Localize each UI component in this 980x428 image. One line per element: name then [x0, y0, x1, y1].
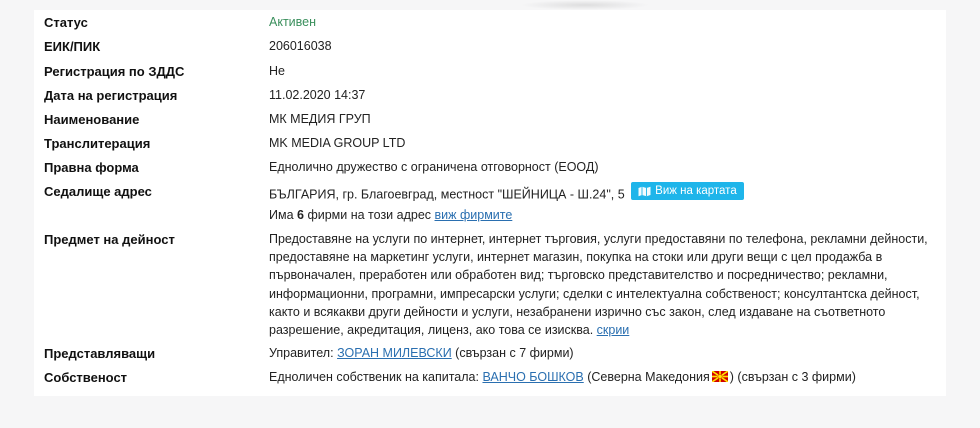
firms-count: 6: [297, 208, 304, 222]
north-macedonia-flag-icon: [711, 371, 728, 382]
address-label: Седалище адрес: [44, 184, 152, 199]
owner-suffix: ) (свързан с 3 фирми): [729, 370, 856, 384]
status-label: Статус: [44, 15, 88, 30]
translit-label: Транслитерация: [44, 136, 151, 151]
address-value: БЪЛГАРИЯ, гр. Благоевград, местност "ШЕЙ…: [269, 187, 625, 202]
reg-date-value: 11.02.2020 14:37: [269, 88, 366, 102]
owner-link[interactable]: ВАНЧО БОШКОВ: [482, 370, 583, 384]
company-details-card: Статус Активен ЕИК/ПИК 206016038 Регистр…: [34, 10, 946, 396]
owner-country: (Северна Македония: [587, 370, 710, 384]
vat-value: Не: [269, 64, 285, 78]
eik-label: ЕИК/ПИК: [44, 39, 101, 54]
manager-prefix: Управител:: [269, 346, 334, 360]
manager-link[interactable]: ЗОРАН МИЛЕВСКИ: [337, 346, 452, 360]
owner-prefix: Едноличен собственик на капитала:: [269, 370, 479, 384]
name-label: Наименование: [44, 112, 140, 127]
view-on-map-label: Виж на картата: [655, 185, 737, 197]
translit-value: MK MEDIA GROUP LTD: [269, 136, 406, 150]
ownership-label: Собственост: [44, 370, 128, 385]
view-on-map-button[interactable]: Виж на картата: [631, 182, 744, 200]
name-value: МК МЕДИЯ ГРУП: [269, 112, 371, 126]
map-icon: [638, 186, 651, 196]
activity-value: Предоставяне на услуги по интернет, инте…: [269, 232, 928, 338]
address-firms-line: Има 6 фирми на този адрес виж фирмите: [269, 208, 512, 222]
legal-form-value: Еднолично дружество с ограничена отговор…: [269, 160, 599, 174]
status-value: Активен: [269, 15, 317, 29]
activity-label: Предмет на дейност: [44, 232, 175, 247]
legal-form-label: Правна форма: [44, 160, 139, 175]
firms-suffix: фирми на този адрес: [307, 208, 432, 222]
activity-value-block: Предоставяне на услуги по интернет, инте…: [269, 230, 939, 339]
vat-label: Регистрация по ЗДДС: [44, 64, 185, 79]
reg-date-label: Дата на регистрация: [44, 88, 178, 103]
hide-activity-link[interactable]: скрии: [597, 323, 630, 337]
view-firms-link[interactable]: виж фирмите: [435, 208, 513, 222]
address-value-line: БЪЛГАРИЯ, гр. Благоевград, местност "ШЕЙ…: [269, 182, 744, 202]
eik-value: 206016038: [269, 39, 332, 53]
manager-suffix: (свързан с 7 фирми): [455, 346, 574, 360]
ownership-value: Едноличен собственик на капитала: ВАНЧО …: [269, 370, 856, 384]
representatives-value: Управител: ЗОРАН МИЛЕВСКИ (свързан с 7 ф…: [269, 346, 574, 360]
top-shadow: [520, 0, 650, 10]
representatives-label: Представляващи: [44, 346, 156, 361]
firms-prefix: Има: [269, 208, 294, 222]
